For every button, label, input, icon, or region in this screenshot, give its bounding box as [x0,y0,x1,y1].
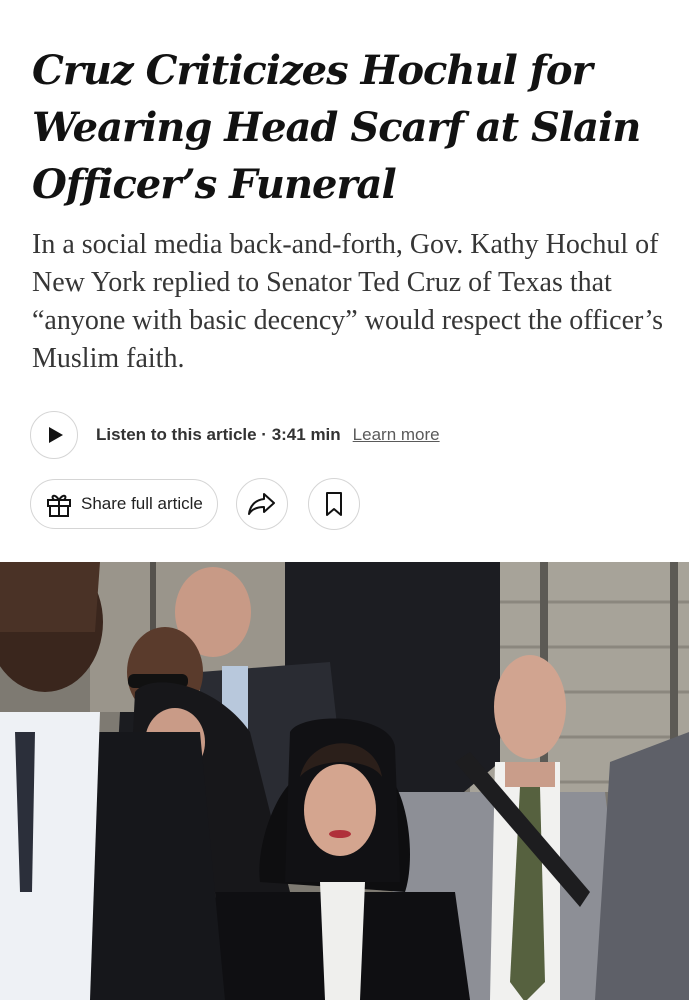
article-summary: In a social media back-and-forth, Gov. K… [32,229,664,374]
article-photo [0,562,689,1000]
headline: Cruz Criticizes Hochul for Wearing Head … [32,47,641,208]
share-forward-icon [247,493,275,515]
audio-player: Listen to this article · 3:41 min Learn … [30,410,440,460]
save-button[interactable] [307,478,360,530]
gift-icon [47,494,71,517]
learn-more-link[interactable]: Learn more [353,425,440,445]
bookmark-icon [325,492,342,516]
share-full-article-button[interactable]: Share full article [30,479,218,529]
share-full-article-label: Share full article [81,494,203,513]
play-button[interactable] [30,411,78,459]
play-icon [49,427,63,443]
listen-label: Listen to this article · 3:41 min [96,425,341,444]
share-toolbar: Share full article [30,478,360,530]
share-button[interactable] [235,478,288,530]
